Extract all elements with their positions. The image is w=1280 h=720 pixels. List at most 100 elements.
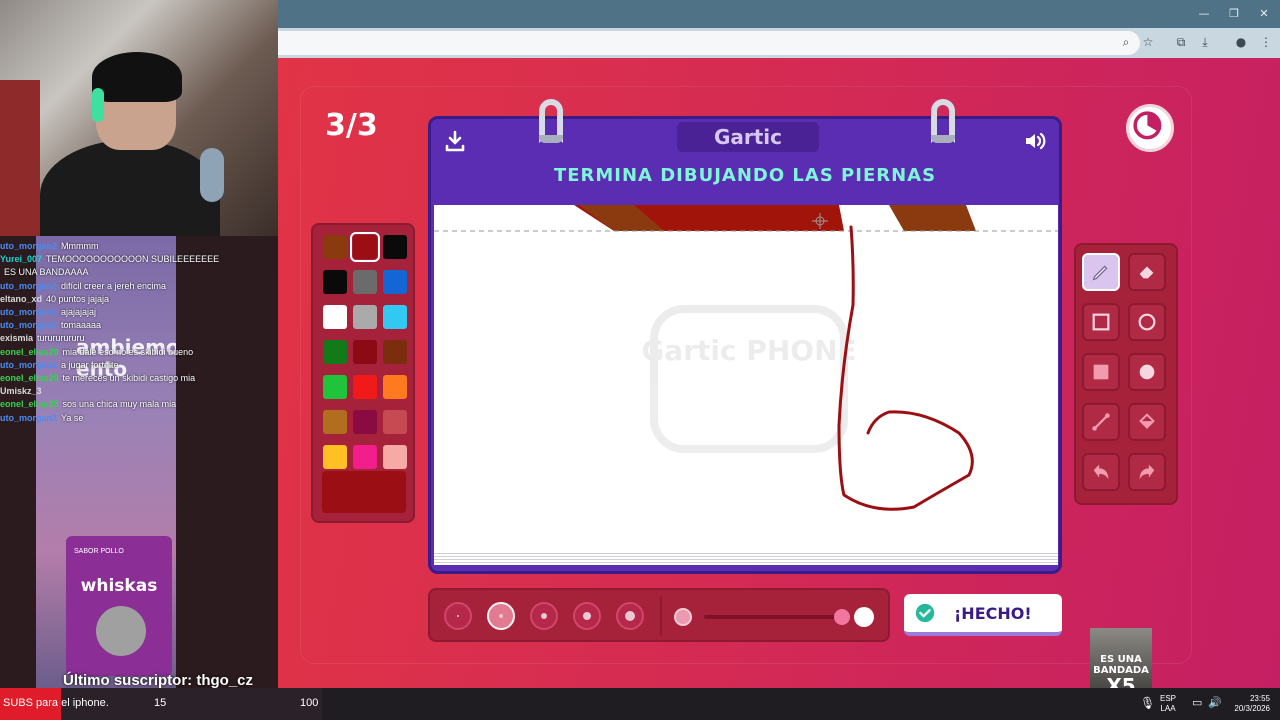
chat-username[interactable]: exismia <box>0 333 33 343</box>
circle-outline-icon <box>1138 313 1156 331</box>
color-swatch[interactable] <box>383 270 407 294</box>
color-swatch[interactable] <box>383 305 407 329</box>
game-area: 3/3 Gartic TERMINA DIBUJANDO LAS PIERNAS <box>278 58 1280 688</box>
undo-icon <box>1093 464 1109 480</box>
chat-text: Ya se <box>61 412 84 423</box>
volume-icon[interactable] <box>1023 129 1049 155</box>
undo-button[interactable] <box>1082 453 1120 491</box>
webcam-microphone <box>200 148 224 202</box>
speaker-icon[interactable]: 🔊 <box>1208 698 1222 709</box>
color-swatch[interactable] <box>353 305 377 329</box>
pencil-tool[interactable] <box>1082 253 1120 291</box>
canvas-watermark: Gartic PHONE <box>641 305 857 453</box>
color-swatch[interactable] <box>323 340 347 364</box>
color-swatch[interactable] <box>383 410 407 434</box>
brush-size-l[interactable] <box>573 602 601 630</box>
color-swatch[interactable] <box>383 340 407 364</box>
chat-text: TEMOOOOOOOOOOON SUBILEEEEEEE <box>46 254 220 265</box>
chat-message: exismia turururururu <box>0 332 85 345</box>
chat-message: ES UNA BANDAAAA <box>0 266 89 279</box>
chat-text: a jugar fortnite <box>61 359 119 370</box>
chat-username[interactable]: eonel_elias20 <box>0 399 59 409</box>
chat-message: uto_morgan2 a jugar fortnite <box>0 359 119 372</box>
chat-text: tomaaaaa <box>61 320 102 331</box>
color-swatch[interactable] <box>323 375 347 399</box>
circle-outline-tool[interactable] <box>1128 303 1166 341</box>
restore-icon[interactable]: ❐ <box>1226 6 1242 22</box>
chat-username[interactable]: uto_morgan2 <box>0 413 57 423</box>
zoom-icon[interactable]: ⌕ <box>1118 34 1134 50</box>
language-indicator[interactable]: ESP LAA <box>1160 694 1176 714</box>
chat-message: eonel_elias20 sos una chica muy mala mia <box>0 398 176 411</box>
rect-outline-tool[interactable] <box>1082 303 1120 341</box>
redo-button[interactable] <box>1128 453 1166 491</box>
chat-text: te mereces un skibidi castigo mia <box>62 373 196 383</box>
color-swatch[interactable] <box>353 410 377 434</box>
opacity-slider-thumb[interactable] <box>834 609 850 625</box>
chat-message: Yurei_007 TEMOOOOOOOOOOON SUBILEEEEEEE <box>0 253 219 266</box>
webcam-person-body <box>40 140 220 236</box>
profile-avatar-icon[interactable]: ● <box>1233 34 1249 50</box>
translate-icon[interactable]: ⧉ <box>1173 34 1189 50</box>
opacity-min-icon <box>674 608 692 626</box>
chat-username[interactable]: Umiskz_3 <box>0 386 42 396</box>
brush-size-xs[interactable] <box>444 602 472 630</box>
chat-username[interactable]: eonel_elias20 <box>0 373 59 383</box>
color-swatch[interactable] <box>383 445 407 469</box>
chat-username[interactable]: uto_morgan2 <box>0 307 57 317</box>
color-swatch[interactable] <box>353 340 377 364</box>
close-icon[interactable]: ✕ <box>1256 6 1272 22</box>
lang-line2: LAA <box>1160 704 1176 713</box>
line-tool[interactable] <box>1082 403 1120 441</box>
address-bar[interactable] <box>278 31 1140 55</box>
chat-text: mia dale eso no es skibidi bueno <box>62 346 194 357</box>
rect-fill-tool[interactable] <box>1082 353 1120 391</box>
whiskas-flavor: SABOR POLLO <box>74 548 124 555</box>
download-icon[interactable]: ⤓ <box>1197 34 1213 50</box>
color-swatch[interactable] <box>350 232 380 262</box>
bucket-tool[interactable] <box>1128 403 1166 441</box>
browser-titlebar: — ❐ ✕ <box>278 0 1280 28</box>
chat-username[interactable]: uto_morgan2 <box>0 241 57 251</box>
brush-size-s[interactable] <box>487 602 515 630</box>
color-swatch[interactable] <box>323 305 347 329</box>
download-drawing-icon[interactable] <box>443 129 469 155</box>
chat-username[interactable]: Yurei_007 <box>0 254 42 264</box>
network-icon[interactable]: ▭ <box>1192 698 1202 709</box>
timer-icon <box>1126 104 1174 152</box>
chat-username[interactable]: eonel_elias20 <box>0 347 59 357</box>
color-swatch[interactable] <box>353 270 377 294</box>
circle-fill-tool[interactable] <box>1128 353 1166 391</box>
rect-fill-icon <box>1093 364 1109 380</box>
brush-size-xl[interactable] <box>616 602 644 630</box>
opacity-max-icon <box>854 607 874 627</box>
eraser-tool[interactable] <box>1128 253 1166 291</box>
mic-icon[interactable]: 🎙 <box>1140 697 1155 709</box>
chat-username[interactable]: eltano_xd <box>0 294 42 304</box>
opacity-slider[interactable] <box>704 609 850 625</box>
minimize-icon[interactable]: — <box>1196 6 1212 22</box>
chat-username[interactable]: uto_morgan2 <box>0 281 57 291</box>
chat-username[interactable]: uto_morgan2 <box>0 360 57 370</box>
webcam-person-hair <box>92 52 182 102</box>
done-button[interactable]: ¡HECHO! <box>904 594 1062 636</box>
drawn-leg-stroke <box>837 225 974 511</box>
bookmark-star-icon[interactable]: ☆ <box>1140 34 1156 50</box>
menu-kebab-icon[interactable]: ⋮ <box>1258 34 1274 50</box>
color-swatch[interactable] <box>323 410 347 434</box>
color-swatch[interactable] <box>353 445 377 469</box>
brush-size-dot-icon <box>541 613 547 619</box>
clock[interactable]: 23:55 20/3/2026 <box>1228 694 1270 714</box>
subgoal-ticker: SUBS para el iphone. 15 100 <box>0 688 322 720</box>
color-swatch[interactable] <box>383 235 407 259</box>
color-swatch[interactable] <box>323 235 347 259</box>
chat-username[interactable]: uto_morgan2 <box>0 320 57 330</box>
color-swatch[interactable] <box>323 445 347 469</box>
eraser-icon <box>1139 266 1154 279</box>
color-swatch[interactable] <box>383 375 407 399</box>
color-swatch[interactable] <box>353 375 377 399</box>
brush-size-dot-icon <box>583 612 591 620</box>
color-swatch[interactable] <box>323 270 347 294</box>
brush-size-m[interactable] <box>530 602 558 630</box>
drawing-canvas[interactable]: Gartic PHONE <box>434 205 1058 551</box>
